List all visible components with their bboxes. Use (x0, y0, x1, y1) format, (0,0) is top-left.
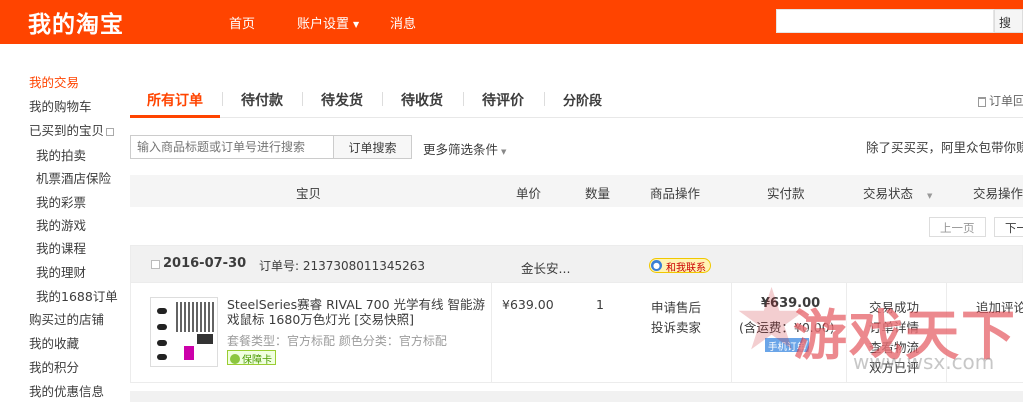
sidebar-item-auction[interactable]: 我的拍卖 (36, 145, 86, 164)
column-header-price: 单价 (516, 186, 542, 201)
quantity: 1 (596, 297, 604, 312)
tab-divider (302, 92, 303, 106)
tab-to-review[interactable]: 待评价 (482, 90, 524, 110)
order-search-button[interactable]: 订单搜索 (333, 135, 412, 159)
top-bar: 我的淘宝 首页 账户设置 ▼ 消息 搜 (0, 0, 1023, 44)
complain-seller-link[interactable]: 投诉卖家 (651, 317, 701, 336)
sidebar-item-bought[interactable]: 已买到的宝贝 (29, 120, 115, 139)
more-filters[interactable]: 更多筛选条件 ▼ (423, 139, 506, 158)
product-thumbnail[interactable] (150, 297, 218, 367)
mouse-image (157, 340, 167, 346)
tab-to-receive[interactable]: 待收货 (401, 90, 443, 110)
next-order-header (130, 391, 1023, 402)
unit-price: ¥639.00 (502, 297, 554, 312)
order-recycle-link[interactable]: 订单回 (978, 92, 1023, 109)
add-review-link[interactable]: 追加评论 (976, 297, 1023, 316)
order-row: SteelSeries赛睿 RIVAL 700 光学有线 智能游戏鼠标 1680… (130, 283, 1023, 383)
tab-all-orders[interactable]: 所有订单 (147, 90, 203, 110)
column-divider (946, 283, 947, 383)
guarantee-icon (230, 354, 240, 364)
mouse-image (157, 324, 167, 330)
chat-icon: ● (651, 260, 662, 271)
sidebar-item-travel[interactable]: 机票酒店保险 (36, 168, 111, 187)
after-sales-link[interactable]: 申请售后 (651, 297, 701, 316)
column-divider (731, 283, 732, 383)
order-search-input[interactable] (130, 135, 334, 159)
chevron-down-icon: ▼ (353, 20, 360, 29)
column-header-paid: 实付款 (767, 186, 805, 201)
chevron-down-icon: ▼ (927, 192, 933, 200)
active-tab-indicator (130, 115, 220, 118)
sidebar-item-shops[interactable]: 购买过的店铺 (29, 309, 104, 328)
tab-divider (544, 92, 545, 106)
shipping-fee: (含运费：¥0.00) (739, 320, 835, 335)
order-date: 2016-07-30 (163, 256, 247, 271)
mouse-image (157, 308, 167, 314)
prev-page-button[interactable]: 上一页 (929, 217, 986, 237)
logo[interactable]: 我的淘宝 (28, 5, 124, 39)
sidebar-item-points[interactable]: 我的积分 (29, 357, 79, 376)
mouse-image (157, 354, 167, 360)
mobile-order-badge: 手机订单 (765, 338, 810, 353)
top-search-input[interactable] (776, 9, 994, 33)
tab-divider (222, 92, 223, 106)
tab-to-ship[interactable]: 待发货 (321, 90, 363, 110)
order-number: 订单号: 2137308011345263 (259, 259, 426, 273)
tab-divider (463, 92, 464, 106)
sidebar-item-coupons[interactable]: 我的优惠信息 (29, 381, 104, 400)
chevron-down-icon: ▼ (501, 148, 507, 156)
sidebar-item-cart[interactable]: 我的购物车 (29, 96, 92, 115)
guarantee-badge[interactable]: 保障卡 (227, 350, 276, 366)
column-divider (846, 283, 847, 383)
column-header-status[interactable]: 交易状态 ▼ (863, 183, 932, 202)
both-reviewed: 双方已评 (869, 360, 920, 375)
cup-image (184, 346, 194, 360)
order-details-link[interactable]: 订单详情 (869, 317, 919, 336)
view-logistics-link[interactable]: 查看物流 (869, 337, 919, 356)
sidebar-item-favorites[interactable]: 我的收藏 (29, 333, 79, 352)
tab-to-pay[interactable]: 待付款 (241, 90, 283, 110)
tab-divider (382, 92, 383, 106)
order-checkbox[interactable] (151, 260, 160, 269)
sidebar-item-courses[interactable]: 我的课程 (36, 238, 86, 257)
column-header-item: 宝贝 (296, 186, 322, 201)
order-tabs: 所有订单 待付款 待发货 待收货 待评价 分阶段 订单回 (130, 78, 1023, 118)
column-header-qty: 数量 (585, 186, 611, 201)
sidebar-item-lottery[interactable]: 我的彩票 (36, 192, 86, 211)
order-header: 2016-07-30 订单号: 2137308011345263 金长安... … (130, 245, 1023, 283)
trash-icon (978, 96, 986, 107)
column-header-trade-ops: 交易操作 (973, 186, 1023, 201)
sidebar-item-finance[interactable]: 我的理财 (36, 262, 86, 281)
next-page-button[interactable]: 下一 (994, 217, 1023, 237)
nav-messages[interactable]: 消息 (390, 13, 416, 32)
table-header: 宝贝 单价 数量 商品操作 实付款 交易状态 ▼ 交易操作 (130, 175, 1023, 207)
qr-code-image (176, 302, 214, 332)
nav-home[interactable]: 首页 (229, 13, 255, 32)
product-title-link[interactable]: SteelSeries赛睿 RIVAL 700 光学有线 智能游戏鼠标 1680… (227, 297, 497, 327)
edit-icon[interactable] (106, 127, 115, 136)
sidebar-item-games[interactable]: 我的游戏 (36, 215, 86, 234)
tab-installments[interactable]: 分阶段 (563, 90, 602, 109)
sidebar-item-1688[interactable]: 我的1688订单 (36, 286, 118, 305)
paid-amount: ¥639.00 (761, 296, 821, 311)
contact-seller-button[interactable]: ● 和我联系 (649, 258, 711, 274)
column-header-item-ops: 商品操作 (650, 186, 701, 201)
mousepad-image (197, 334, 213, 344)
nav-account-settings[interactable]: 账户设置 ▼ (297, 13, 359, 32)
sidebar-item-my-trades[interactable]: 我的交易 (29, 72, 79, 91)
promo-link[interactable]: 除了买买买，阿里众包带你赚 (866, 137, 1023, 156)
product-sku: 套餐类型：官方标配 颜色分类：官方标配 (227, 334, 447, 348)
top-search-button[interactable]: 搜 (994, 9, 1023, 33)
shop-name-link[interactable]: 金长安... (521, 258, 570, 277)
trade-status: 交易成功 (869, 300, 920, 315)
